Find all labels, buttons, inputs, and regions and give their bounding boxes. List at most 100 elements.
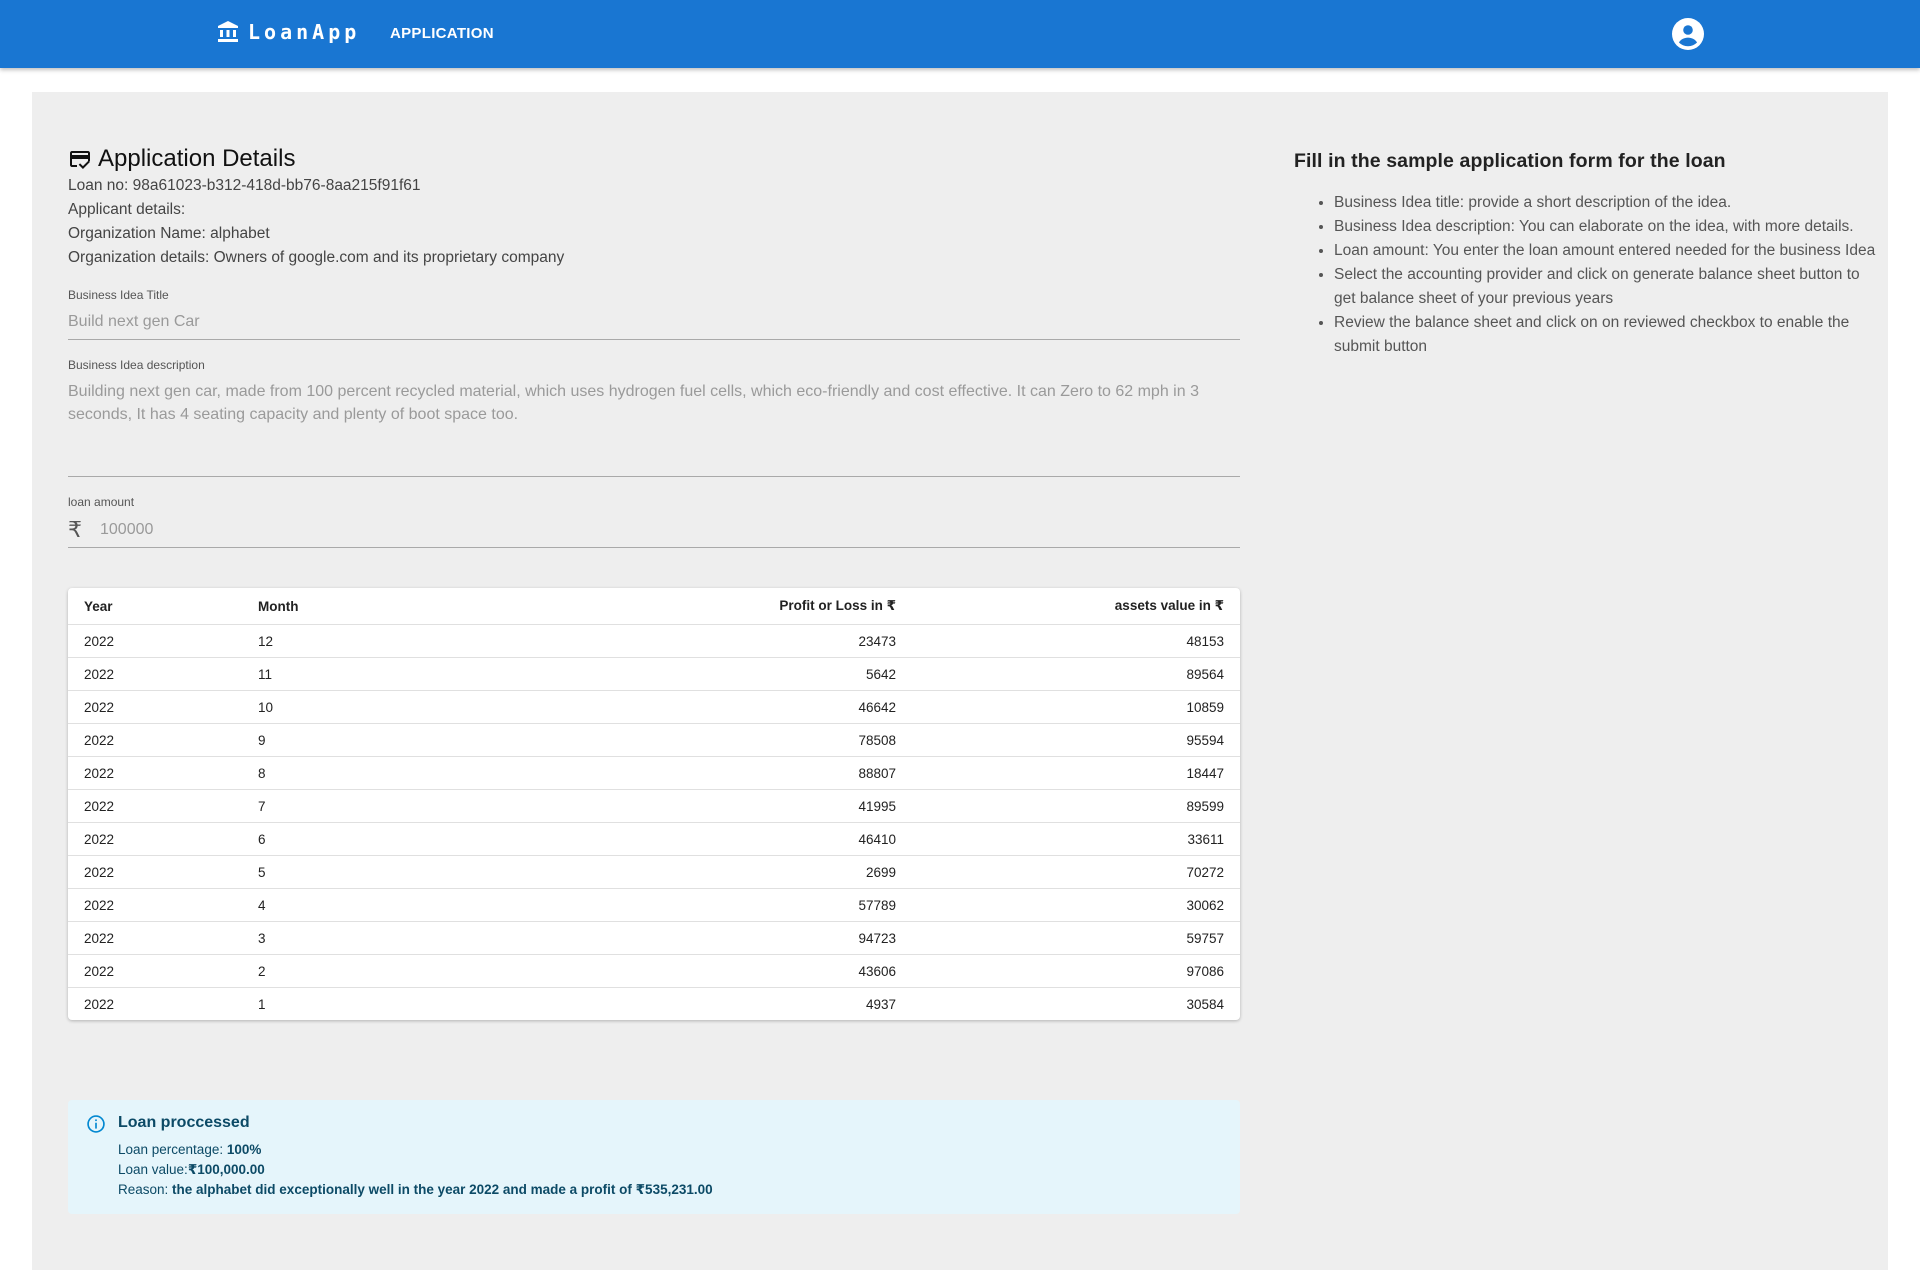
cell-month: 12 — [242, 624, 634, 658]
cell-profit: 46410 — [634, 822, 912, 856]
app-bar: LoanApp APPLICATION — [0, 0, 1920, 68]
loan-reason: Reason: the alphabet did exceptionally w… — [118, 1182, 713, 1197]
cell-assets: 33611 — [912, 822, 1240, 856]
organization-name: Organization Name: alphabet — [68, 225, 270, 242]
cell-month: 7 — [242, 789, 634, 823]
cell-profit: 43606 — [634, 954, 912, 988]
table-row: 2022 7 41995 89599 — [68, 789, 1240, 823]
cell-month: 2 — [242, 954, 634, 988]
cell-assets: 18447 — [912, 756, 1240, 790]
loan-amount-input[interactable]: 100000 — [100, 521, 153, 539]
cell-profit: 94723 — [634, 921, 912, 955]
cell-assets: 30062 — [912, 888, 1240, 922]
cell-month: 4 — [242, 888, 634, 922]
cell-year: 2022 — [68, 822, 242, 856]
help-list: Business Idea title: provide a short des… — [1294, 191, 1884, 359]
nav-application-link[interactable]: APPLICATION — [390, 25, 494, 42]
cell-year: 2022 — [68, 690, 242, 724]
loan-number: Loan no: 98a61023-b312-418d-bb76-8aa215f… — [68, 177, 421, 194]
cell-year: 2022 — [68, 723, 242, 757]
loan-value: Loan value:₹100,000.00 — [118, 1162, 265, 1177]
cell-year: 2022 — [84, 996, 115, 1012]
idea-title-input[interactable]: Build next gen Car — [68, 310, 1240, 339]
cell-assets: 95594 — [912, 723, 1240, 757]
page-title: Application Details — [98, 145, 296, 172]
cell-profit: 88807 — [634, 756, 912, 790]
help-item: Loan amount: You enter the loan amount e… — [1334, 239, 1884, 263]
table-row: 2022 2 43606 97086 — [68, 954, 1240, 988]
table-row: 2022 6 46410 33611 — [68, 822, 1240, 856]
cell-profit: 23473 — [634, 624, 912, 658]
cell-profit: 57789 — [634, 888, 912, 922]
table-row: 2022 3 94723 59757 — [68, 921, 1240, 955]
cell-month: 1 — [258, 996, 266, 1012]
cell-year: 2022 — [68, 624, 242, 658]
cell-month: 3 — [242, 921, 634, 955]
table-row: 2022 4 57789 30062 — [68, 888, 1240, 922]
table-row: 2022 12 23473 48153 — [68, 624, 1240, 658]
organization-details: Organization details: Owners of google.c… — [68, 249, 565, 266]
help-item: Review the balance sheet and click on on… — [1334, 311, 1884, 359]
idea-title-label: Business Idea Title — [68, 288, 169, 302]
cell-month: 9 — [242, 723, 634, 757]
bank-icon — [218, 21, 238, 42]
cell-assets: 70272 — [912, 855, 1240, 889]
applicant-details: Applicant details: — [68, 201, 186, 218]
loan-processed-alert: Loan proccessed Loan percentage: 100% Lo… — [68, 1100, 1240, 1214]
info-icon — [87, 1115, 105, 1133]
loan-amount-field[interactable]: loan amount ₹ 100000 — [68, 495, 1240, 548]
brand-logo[interactable]: LoanApp — [216, 20, 360, 44]
cell-month: 5 — [242, 855, 634, 889]
cell-assets: 30584 — [1186, 996, 1224, 1012]
rupee-icon: ₹ — [68, 517, 82, 542]
cell-month: 6 — [242, 822, 634, 856]
column-header-month: Month — [242, 588, 634, 625]
alert-title: Loan proccessed — [118, 1114, 250, 1131]
help-panel: Fill in the sample application form for … — [1294, 150, 1884, 359]
idea-description-input[interactable]: Building next gen car, made from 100 per… — [68, 380, 1240, 476]
brand-name: LoanApp — [248, 20, 361, 44]
cell-year: 2022 — [68, 789, 242, 823]
table-row: 2022 10 46642 10859 — [68, 690, 1240, 724]
cell-month: 10 — [242, 690, 634, 724]
cell-year: 2022 — [68, 954, 242, 988]
table-header-row: Year Month Profit or Loss in ₹ assets va… — [68, 588, 1240, 625]
application-form: Application Details Loan no: 98a61023-b3… — [68, 144, 1240, 1214]
cell-profit: 41995 — [634, 789, 912, 823]
cell-assets: 97086 — [912, 954, 1240, 988]
cell-assets: 89599 — [912, 789, 1240, 823]
cell-profit: 46642 — [634, 690, 912, 724]
cell-profit: 5642 — [634, 657, 912, 691]
cell-year: 2022 — [68, 855, 242, 889]
help-item: Business Idea description: You can elabo… — [1334, 215, 1884, 239]
cell-year: 2022 — [68, 888, 242, 922]
table-row: 2022 8 88807 18447 — [68, 756, 1240, 790]
main-panel: Application Details Loan no: 98a61023-b3… — [32, 92, 1888, 1270]
cell-year: 2022 — [68, 756, 242, 790]
idea-title-field[interactable]: Business Idea Title Build next gen Car — [68, 288, 1240, 340]
cell-year: 2022 — [68, 921, 242, 955]
cell-year: 2022 — [68, 657, 242, 691]
cell-assets: 59757 — [912, 921, 1240, 955]
balance-sheet-table: Year Month Profit or Loss in ₹ assets va… — [68, 588, 1240, 1020]
table-row: 2022 9 78508 95594 — [68, 723, 1240, 757]
cell-assets: 48153 — [912, 624, 1240, 658]
account-circle-icon[interactable] — [1672, 18, 1704, 50]
column-header-profit: Profit or Loss in ₹ — [634, 588, 912, 625]
idea-description-label: Business Idea description — [68, 358, 205, 372]
idea-description-field[interactable]: Business Idea description Building next … — [68, 358, 1240, 477]
column-header-year: Year — [68, 588, 242, 625]
help-item: Business Idea title: provide a short des… — [1334, 191, 1884, 215]
cell-month: 8 — [242, 756, 634, 790]
cell-month: 11 — [242, 657, 634, 691]
cell-profit: 2699 — [634, 855, 912, 889]
cell-assets: 89564 — [912, 657, 1240, 691]
loan-amount-label: loan amount — [68, 495, 135, 509]
table-row: 2022 5 2699 70272 — [68, 855, 1240, 889]
column-header-assets: assets value in ₹ — [912, 588, 1240, 625]
loan-percentage: Loan percentage: 100% — [118, 1142, 262, 1157]
cell-assets: 10859 — [912, 690, 1240, 724]
help-item: Select the accounting provider and click… — [1334, 263, 1884, 311]
cell-profit: 4937 — [865, 996, 896, 1012]
cell-profit: 78508 — [634, 723, 912, 757]
